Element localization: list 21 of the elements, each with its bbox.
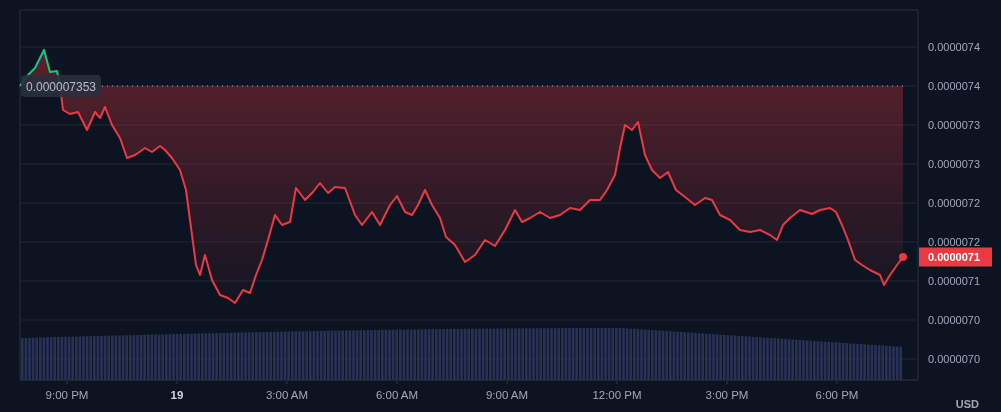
- x-axis-label: 12:00 PM: [592, 389, 642, 401]
- x-axis-label: 6:00 PM: [815, 389, 859, 401]
- y-axis-label: 0.0000070: [928, 353, 980, 365]
- y-axis-label: 0.0000074: [928, 41, 980, 53]
- y-axis-label: 0.0000072: [928, 197, 980, 209]
- x-axis-label: 9:00 AM: [485, 389, 529, 401]
- currency-label: USD: [955, 398, 979, 410]
- y-axis-label: 0.0000072: [928, 236, 980, 248]
- x-axis-label: 3:00 AM: [265, 389, 309, 401]
- y-axis-label: 0.0000073: [928, 158, 980, 170]
- y-axis-label: 0.0000070: [928, 314, 980, 326]
- x-axis-label: 9:00 PM: [45, 389, 89, 401]
- reference-price-label: 0.000007353: [21, 75, 101, 97]
- y-axis-label: 0.0000071: [928, 275, 980, 287]
- x-axis-label: 3:00 PM: [705, 389, 749, 401]
- last-price-label: 0.0000071: [919, 247, 992, 267]
- x-axis-label: 6:00 AM: [375, 389, 419, 401]
- y-axis-label: 0.0000073: [928, 119, 980, 131]
- last-price-dot: [899, 253, 907, 261]
- x-axis-label: 19: [170, 389, 184, 401]
- y-axis-label: 0.0000074: [928, 80, 980, 92]
